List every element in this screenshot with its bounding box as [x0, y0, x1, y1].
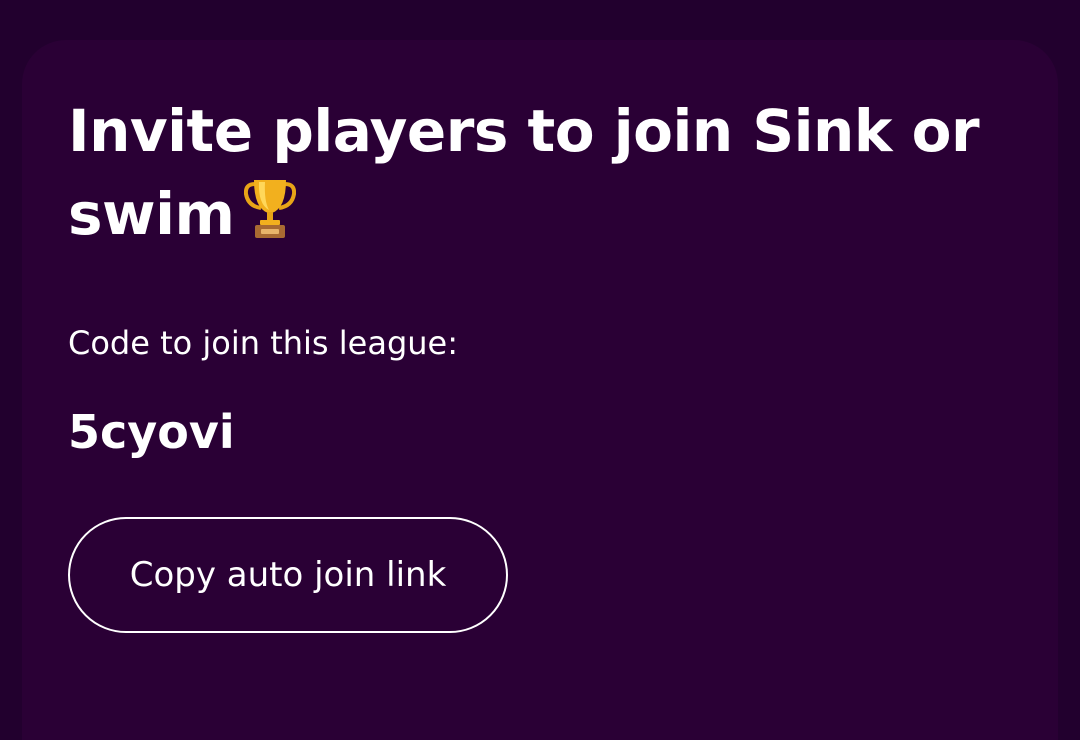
copy-auto-join-link-button[interactable]: Copy auto join link: [68, 517, 508, 633]
copy-button-label: Copy auto join link: [129, 555, 447, 595]
league-code: 5cyovi: [68, 405, 235, 459]
code-label: Code to join this league:: [68, 324, 459, 362]
invite-card: Invite players to join Sink or swim Code…: [22, 40, 1058, 740]
trophy-icon: [244, 176, 297, 262]
invite-title-text: Invite players to join Sink or swim: [68, 97, 980, 248]
invite-title: Invite players to join Sink or swim: [68, 90, 1028, 262]
